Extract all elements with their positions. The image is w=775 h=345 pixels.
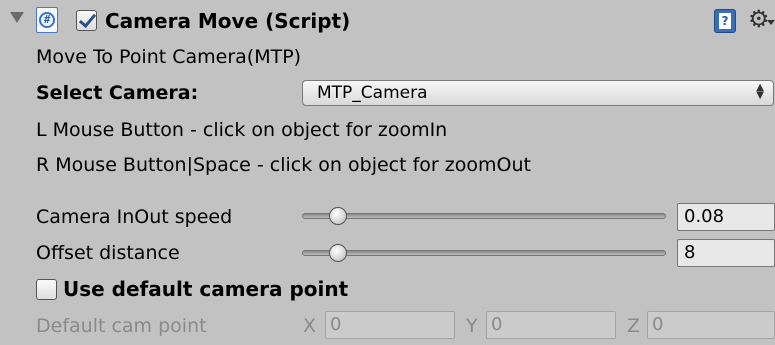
use-default-camera-point-label: Use default camera point [63, 277, 349, 301]
cs-script-icon: # [36, 7, 58, 33]
select-camera-label: Select Camera: [36, 82, 199, 104]
camera-speed-field[interactable]: 0.08 [677, 203, 775, 231]
default-cam-point-label: Default cam point [36, 315, 207, 337]
gear-icon[interactable]: ⚙ [748, 4, 770, 34]
z-value-field[interactable]: 0 [647, 311, 775, 339]
component-enabled-checkbox[interactable] [76, 10, 97, 31]
offset-distance-field[interactable]: 8 [677, 239, 775, 267]
camera-speed-slider-thumb[interactable] [329, 207, 348, 225]
gear-menu-caret-icon[interactable] [767, 20, 775, 25]
y-value-field[interactable]: 0 [486, 311, 616, 339]
camera-speed-slider-track[interactable] [302, 213, 666, 219]
foldout-arrow-icon[interactable] [10, 12, 24, 23]
camera-speed-label: Camera InOut speed [36, 206, 233, 228]
offset-distance-slider-track[interactable] [302, 250, 666, 256]
use-default-camera-point-checkbox[interactable] [36, 279, 57, 300]
x-value-field[interactable]: 0 [325, 311, 455, 339]
y-axis-label: Y [466, 315, 478, 337]
r-mouse-hint: R Mouse Button|Space - click on object f… [36, 154, 531, 176]
select-camera-dropdown[interactable]: MTP_Camera ▲ ▼ [302, 80, 774, 106]
offset-distance-slider-thumb[interactable] [329, 244, 348, 262]
l-mouse-hint: L Mouse Button - click on object for zoo… [36, 119, 448, 141]
component-title: Camera Move (Script) [105, 9, 351, 33]
z-axis-label: Z [627, 315, 641, 337]
description-text: Move To Point Camera(MTP) [36, 46, 302, 68]
offset-distance-label: Offset distance [36, 242, 180, 264]
x-axis-label: X [303, 315, 317, 337]
help-book-icon[interactable]: ? [714, 9, 736, 33]
select-camera-value: MTP_Camera [317, 83, 428, 103]
dropdown-arrows-icon: ▲ ▼ [756, 82, 764, 101]
